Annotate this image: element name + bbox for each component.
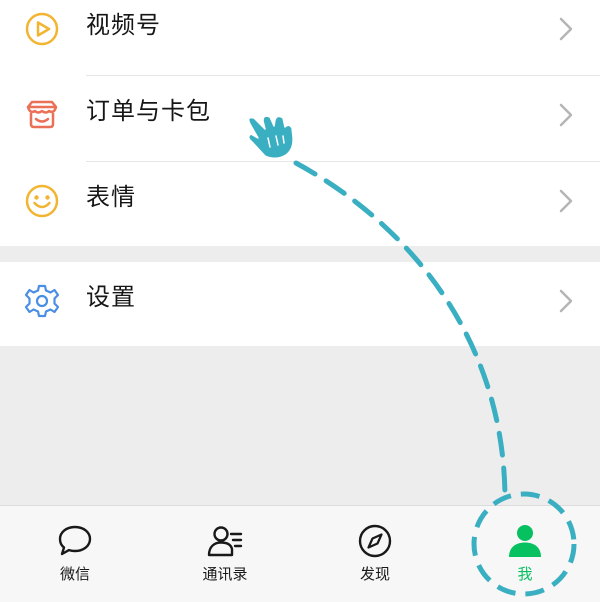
menu-group-main: 视频号 订单与卡包 表情 xyxy=(0,0,600,246)
contacts-icon xyxy=(206,522,244,560)
menu-item-channels[interactable]: 视频号 xyxy=(0,0,600,76)
chevron-right-icon xyxy=(558,187,574,215)
shop-awning-icon xyxy=(24,97,60,133)
menu-item-channels-label: 视频号 xyxy=(86,11,161,39)
chevron-right-icon xyxy=(558,101,574,129)
tab-contacts[interactable]: 通讯录 xyxy=(150,506,300,602)
chevron-right-icon xyxy=(558,15,574,43)
compass-icon xyxy=(356,522,394,560)
menu-item-settings[interactable]: 设置 xyxy=(0,262,600,348)
smiley-face-icon xyxy=(24,183,60,219)
chat-bubble-icon xyxy=(56,522,94,560)
tab-discover-label: 发现 xyxy=(359,565,390,583)
menu-item-stickers[interactable]: 表情 xyxy=(0,162,600,248)
tab-me[interactable]: 我 xyxy=(450,506,600,602)
person-icon xyxy=(506,522,544,560)
tab-discover[interactable]: 发现 xyxy=(300,506,450,602)
tab-contacts-label: 通讯录 xyxy=(202,565,248,583)
menu-group-settings: 设置 xyxy=(0,262,600,346)
gear-icon xyxy=(24,283,60,319)
menu-item-stickers-label: 表情 xyxy=(86,183,136,211)
menu-item-orders-cards-label: 订单与卡包 xyxy=(86,97,211,125)
tab-chats[interactable]: 微信 xyxy=(0,506,150,602)
menu-item-settings-label: 设置 xyxy=(86,283,136,311)
tab-chats-label: 微信 xyxy=(59,565,90,583)
menu-item-orders-cards[interactable]: 订单与卡包 xyxy=(0,76,600,162)
tab-me-label: 我 xyxy=(517,565,533,583)
play-circle-icon xyxy=(24,11,60,47)
chevron-right-icon xyxy=(558,287,574,315)
bottom-tab-bar: 微信 通讯录 发现 我 xyxy=(0,505,600,602)
